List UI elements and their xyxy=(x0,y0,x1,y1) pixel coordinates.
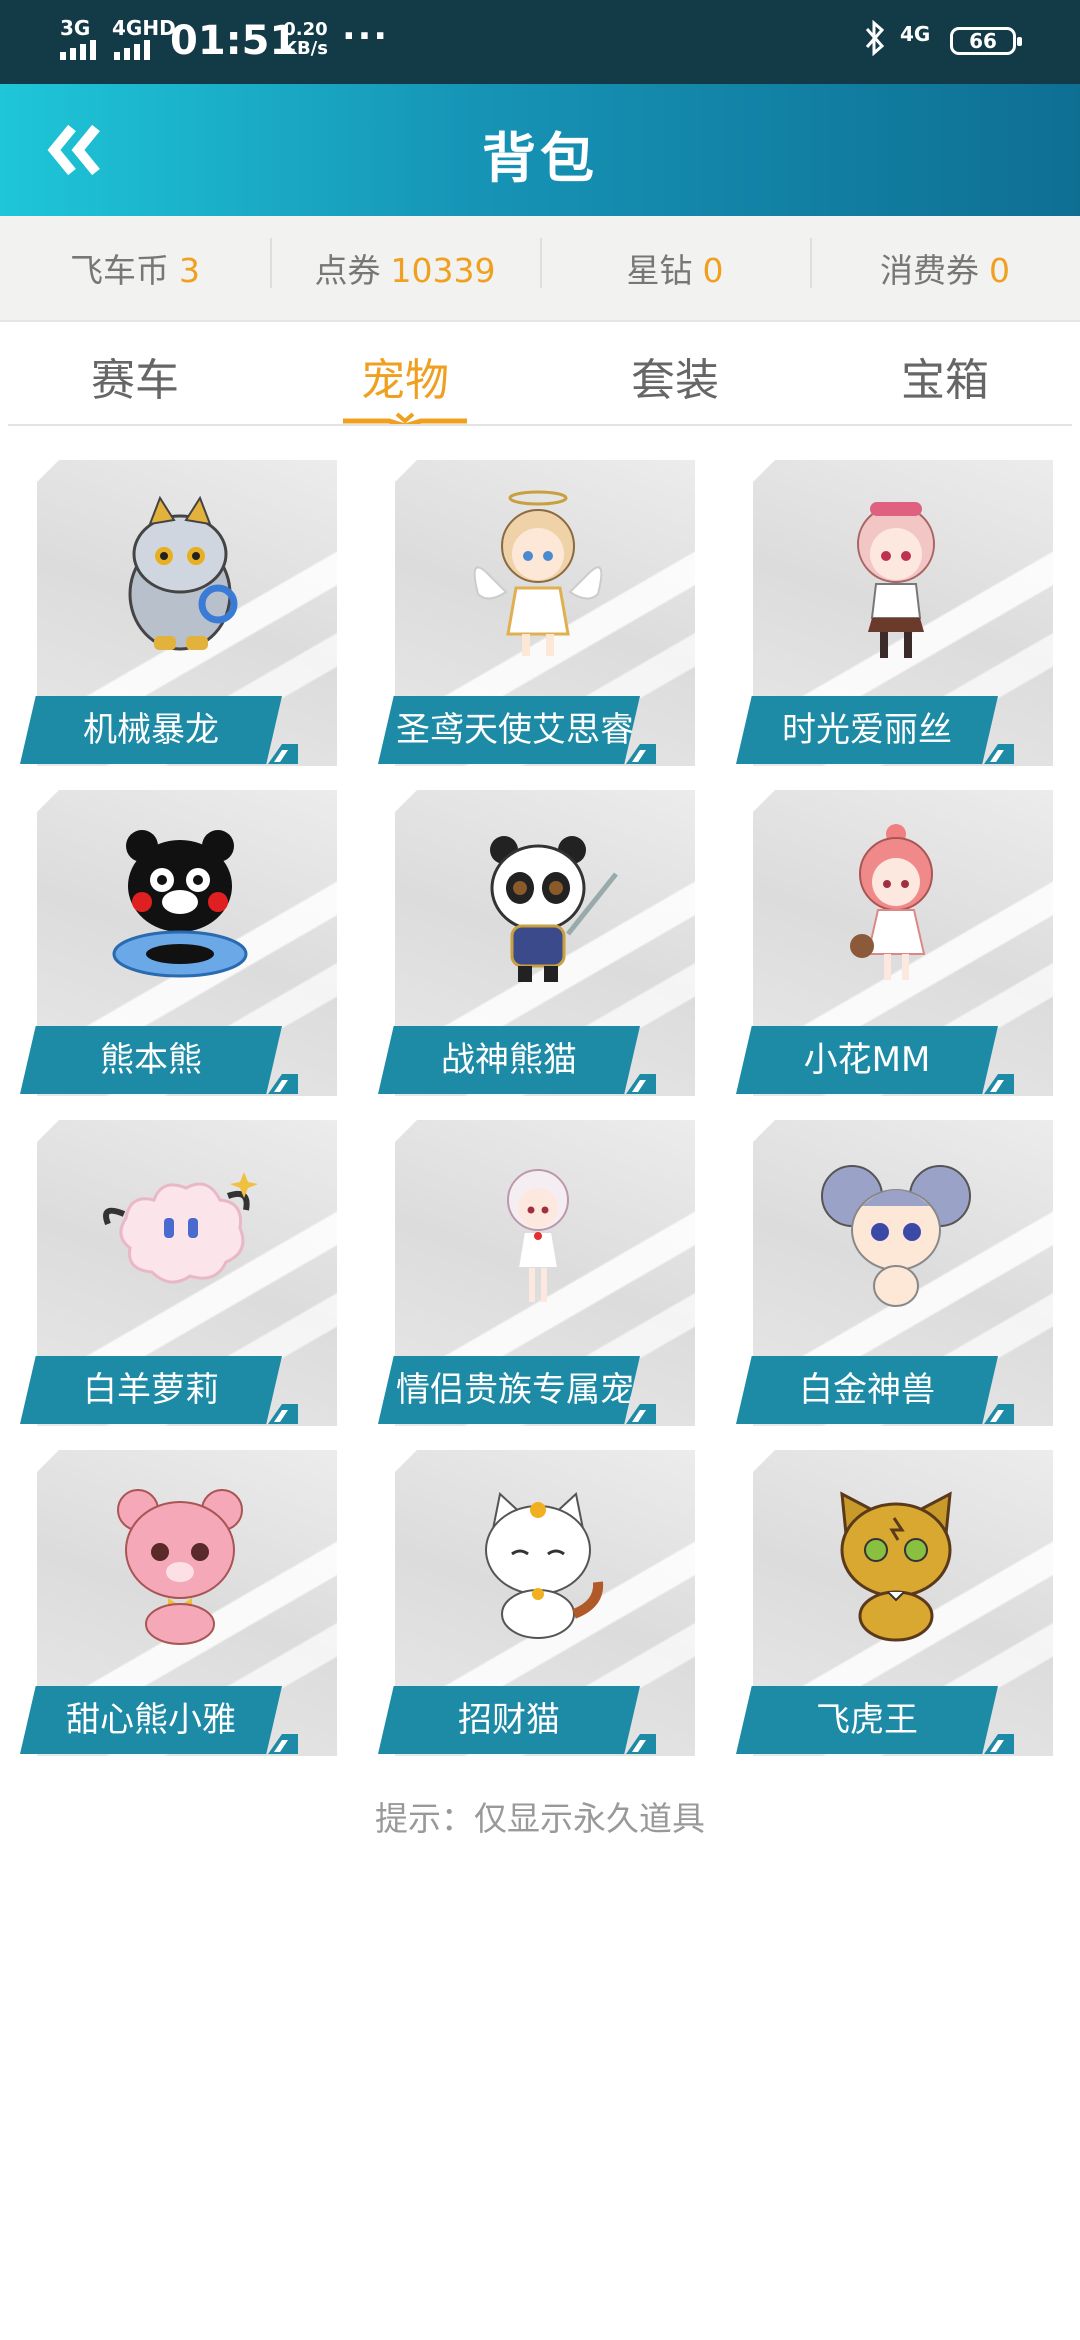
corner-mark-icon xyxy=(268,1074,298,1094)
warrior-panda-icon xyxy=(490,836,618,982)
pet-name-label: 甜心熊小雅 xyxy=(20,1686,282,1754)
pet-name-label: 时光爱丽丝 xyxy=(736,696,998,764)
pink-bear-icon xyxy=(117,1489,243,1645)
tiger-king-icon xyxy=(840,1491,952,1642)
currency-dianquan: 点券 10339 xyxy=(270,238,540,292)
pet-card[interactable]: 圣鸢天使艾思睿 xyxy=(378,454,698,766)
corner-mark-icon xyxy=(626,1404,656,1424)
pet-name-label: 情侣贵族专属宠 xyxy=(378,1356,640,1424)
corner-mark-icon xyxy=(268,744,298,764)
pink-girl-icon xyxy=(850,824,933,980)
lucky-cat-icon xyxy=(485,1492,604,1639)
signal-4ghd-label: 4GHD xyxy=(112,16,176,40)
network-type: 4G xyxy=(900,22,931,46)
signal-bars-icon xyxy=(114,40,150,60)
signal-bars-icon xyxy=(60,40,96,60)
pet-name-label: 招财猫 xyxy=(378,1686,640,1754)
corner-mark-icon xyxy=(984,1074,1014,1094)
noble-girl-icon xyxy=(507,1169,569,1302)
kumamon-bear-icon xyxy=(112,830,248,978)
network-speed: 0.20 KB/s xyxy=(283,20,328,58)
currency-value: 10339 xyxy=(390,251,496,290)
corner-mark-icon xyxy=(268,1404,298,1424)
signal-3g-label: 3G xyxy=(60,16,91,40)
currency-feichebi: 飞车币 3 xyxy=(0,244,270,292)
pet-card[interactable]: 情侣贵族专属宠 xyxy=(378,1114,698,1426)
corner-mark-icon xyxy=(626,744,656,764)
currency-label: 星钻 xyxy=(626,251,693,290)
battery-level: 66 xyxy=(969,29,997,53)
pet-name-label: 机械暴龙 xyxy=(20,696,282,764)
tab-label: 宠物 xyxy=(361,355,449,406)
tab-cars[interactable]: 赛车 xyxy=(0,320,270,426)
active-tab-indicator xyxy=(343,412,467,426)
sheep-cloud-icon xyxy=(103,1172,258,1284)
speed-value: 0.20 xyxy=(283,19,328,40)
currency-value: 0 xyxy=(702,251,724,290)
pet-name-label: 白羊萝莉 xyxy=(20,1356,282,1424)
status-bar: 3G 4GHD 01:51 0.20 KB/s ··· 4G 66 xyxy=(0,0,1080,84)
pet-card[interactable]: 小花MM xyxy=(736,784,1056,1096)
corner-mark-icon xyxy=(984,1404,1014,1424)
currency-label: 点券 xyxy=(314,251,381,290)
pet-card[interactable]: 白金神兽 xyxy=(736,1114,1056,1426)
clock: 01:51 xyxy=(170,18,298,64)
battery-icon: 66 xyxy=(950,27,1022,55)
mech-dragon-icon xyxy=(128,495,238,651)
pet-card[interactable]: 招财猫 xyxy=(378,1444,698,1756)
pet-card[interactable]: 熊本熊 xyxy=(20,784,340,1096)
corner-mark-icon xyxy=(984,1734,1014,1754)
speed-unit: KB/s xyxy=(283,38,328,59)
pet-name-label: 小花MM xyxy=(736,1026,998,1094)
angel-girl-icon xyxy=(473,490,603,656)
pet-card[interactable]: 机械暴龙 xyxy=(20,454,340,766)
app-header: 背包 xyxy=(0,84,1080,216)
pet-name-label: 战神熊猫 xyxy=(378,1026,640,1094)
pet-card[interactable]: 时光爱丽丝 xyxy=(736,454,1056,766)
more-dots-icon: ··· xyxy=(342,16,390,57)
pet-name-label: 熊本熊 xyxy=(20,1026,282,1094)
pet-name-label: 飞虎王 xyxy=(736,1686,998,1754)
currency-xingzuan: 星钻 0 xyxy=(540,238,810,292)
category-tabs: 赛车 宠物 套装 宝箱 xyxy=(0,320,1080,426)
currency-bar: 飞车币 3 点券 10339 星钻 0 消费券 0 xyxy=(0,216,1080,322)
currency-xiaofeiquan: 消费券 0 xyxy=(810,238,1080,292)
alice-girl-icon xyxy=(857,502,935,658)
mouse-beast-icon xyxy=(821,1165,971,1307)
pet-card[interactable]: 甜心熊小雅 xyxy=(20,1444,340,1756)
tab-outfits[interactable]: 套装 xyxy=(540,320,810,426)
tab-pets[interactable]: 宠物 xyxy=(270,320,540,426)
currency-value: 3 xyxy=(179,251,200,290)
corner-mark-icon xyxy=(268,1734,298,1754)
currency-label: 飞车币 xyxy=(70,251,169,290)
pet-card[interactable]: 飞虎王 xyxy=(736,1444,1056,1756)
corner-mark-icon xyxy=(626,1734,656,1754)
pet-name-label: 圣鸢天使艾思睿 xyxy=(378,696,640,764)
pet-name-label: 白金神兽 xyxy=(736,1356,998,1424)
page-title: 背包 xyxy=(482,127,598,190)
pet-card[interactable]: 白羊萝莉 xyxy=(20,1114,340,1426)
currency-label: 消费券 xyxy=(880,251,979,290)
tab-chests[interactable]: 宝箱 xyxy=(810,320,1080,426)
bluetooth-icon xyxy=(864,19,886,65)
pet-card[interactable]: 战神熊猫 xyxy=(378,784,698,1096)
corner-mark-icon xyxy=(626,1074,656,1094)
hint-text: 提示：仅显示永久道具 xyxy=(375,1799,705,1838)
corner-mark-icon xyxy=(984,744,1014,764)
currency-value: 0 xyxy=(989,251,1010,290)
